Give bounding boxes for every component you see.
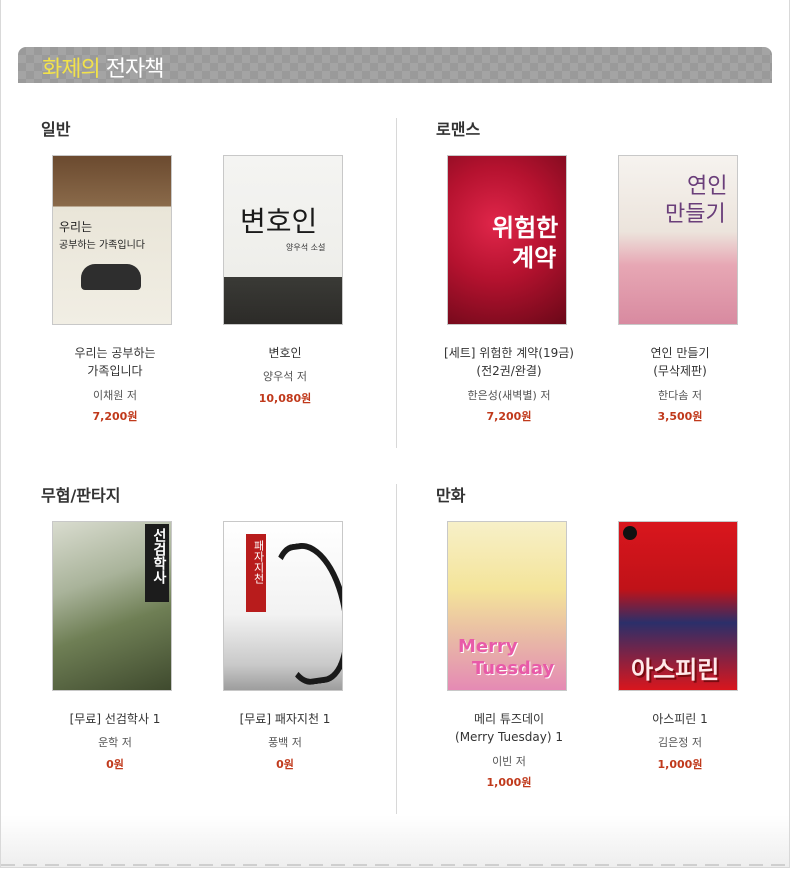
book-cover[interactable]: 패자지천 <box>223 521 343 691</box>
book-title[interactable]: 메리 튜즈데이 (Merry Tuesday) 1 <box>429 710 589 746</box>
book-title-line1: [무료] 선검학사 1 <box>69 712 161 726</box>
banner-title-rest: 전자책 <box>105 57 165 82</box>
book-cover[interactable]: 연인 만들기 <box>618 155 738 325</box>
book-price: 0원 <box>276 758 294 771</box>
section-banner: 화제의 전자책 <box>18 47 772 83</box>
column-divider <box>396 484 397 814</box>
book-title-line1: [세트] 위험한 계약(19금) <box>444 346 574 360</box>
book-title-line2: (Merry Tuesday) 1 <box>455 730 563 744</box>
book-author: 이빈 저 <box>492 755 526 768</box>
book-price: 10,080원 <box>258 392 312 405</box>
cover-title: 아스피린 <box>631 656 720 684</box>
book-title-line2: 가족입니다 <box>87 364 143 378</box>
book-author: 양우석 저 <box>263 370 307 383</box>
book-cover[interactable]: 선검학사 <box>52 521 172 691</box>
book-cover[interactable]: Merry Tuesday <box>447 521 567 691</box>
book-price: 1,000원 <box>657 758 703 771</box>
cover-illustration <box>81 264 141 290</box>
book-title-line1: 우리는 공부하는 <box>74 346 156 360</box>
cover-title: 패자지천 <box>252 540 265 584</box>
book-cover[interactable]: 우리는 공부하는 가족입니다 <box>52 155 172 325</box>
book-title[interactable]: [무료] 선검학사 1 <box>35 710 195 728</box>
cover-title: Merry <box>458 636 518 657</box>
book-title-line1: [무료] 패자지천 1 <box>239 712 331 726</box>
book-price: 3,500원 <box>657 410 703 423</box>
book-author: 운학 저 <box>98 736 132 749</box>
cover-volume-badge <box>623 526 637 540</box>
cover-title: 우리는 <box>59 220 93 234</box>
book-author: 한은성(새벽별) 저 <box>467 389 551 402</box>
cover-title: 선검학사 <box>151 528 167 584</box>
section-title-romance: 로맨스 <box>436 120 481 139</box>
book-title-line1: 변호인 <box>268 346 302 360</box>
banner-title: 화제의 전자책 <box>42 51 165 83</box>
book-title[interactable]: 연인 만들기 (무삭제판) <box>600 344 760 380</box>
book-author: 한다솜 저 <box>658 389 702 402</box>
book-title-line2: (전2권/완결) <box>476 364 542 378</box>
book-title-line2: (무삭제판) <box>653 364 707 378</box>
cover-calligraphy <box>266 537 342 689</box>
cover-subtitle: 양우석 소설 <box>286 243 326 252</box>
book-cover[interactable]: 위험한 계약 <box>447 155 567 325</box>
book-title[interactable]: 변호인 <box>205 344 365 362</box>
cover-subtitle: 공부하는 가족입니다 <box>59 240 145 251</box>
book-price: 0원 <box>106 758 124 771</box>
book-cover[interactable]: 변호인 양우석 소설 <box>223 155 343 325</box>
book-author: 김은정 저 <box>658 736 702 749</box>
book-price: 7,200원 <box>92 410 138 423</box>
section-title-general: 일반 <box>41 120 71 139</box>
cover-subtitle: 계약 <box>512 244 557 272</box>
book-cover[interactable]: 아스피린 <box>618 521 738 691</box>
book-title-line1: 아스피린 1 <box>652 712 708 726</box>
book-title[interactable]: 아스피린 1 <box>600 710 760 728</box>
bottom-fade <box>1 815 789 867</box>
banner-title-highlight: 화제의 <box>42 57 101 82</box>
book-price: 1,000원 <box>486 776 532 789</box>
cover-title: 변호인 <box>240 205 318 238</box>
section-title-comic: 만화 <box>436 486 466 505</box>
book-title[interactable]: 우리는 공부하는 가족입니다 <box>35 344 195 380</box>
cover-subtitle: Tuesday <box>472 658 555 679</box>
book-title-line1: 연인 만들기 <box>650 346 710 360</box>
section-title-fantasy: 무협/판타지 <box>41 486 121 505</box>
book-price: 7,200원 <box>486 410 532 423</box>
book-title[interactable]: [무료] 패자지천 1 <box>205 710 365 728</box>
column-divider <box>396 118 397 448</box>
bottom-dashed-divider <box>1 864 789 866</box>
book-title-line1: 메리 튜즈데이 <box>473 712 545 726</box>
book-author: 풍백 저 <box>268 736 302 749</box>
book-title[interactable]: [세트] 위험한 계약(19금) (전2권/완결) <box>429 344 589 380</box>
book-author: 이채원 저 <box>93 389 137 402</box>
cover-subtitle: 만들기 <box>665 202 726 227</box>
